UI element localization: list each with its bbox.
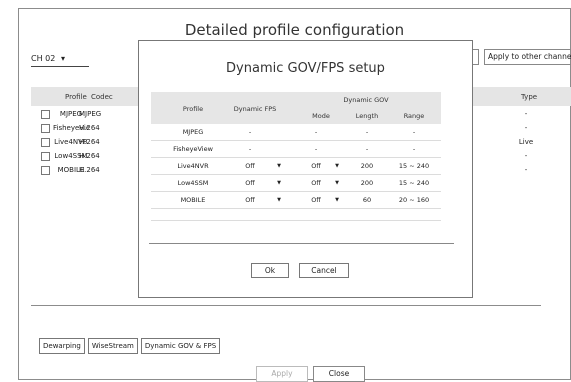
row-codec: H.264 xyxy=(79,166,100,174)
gov-table-header: Profile Dynamic FPS Dynamic GOV Mode Len… xyxy=(151,92,441,124)
row-checkbox[interactable] xyxy=(41,152,50,161)
table-row: Live4NVR Off ▼ Off ▼ 200 15 ~ 240 xyxy=(151,158,441,175)
column-codec: Codec xyxy=(91,93,113,101)
row-fps: - xyxy=(248,145,252,153)
header-dynamic-fps: Dynamic FPS xyxy=(233,105,277,113)
length-input[interactable]: 200 xyxy=(345,179,389,187)
row-checkbox[interactable] xyxy=(41,110,50,119)
row-checkbox[interactable] xyxy=(41,124,50,133)
row-codec: H.264 xyxy=(79,138,100,146)
tab-dewarping[interactable]: Dewarping xyxy=(39,338,85,354)
row-type: - xyxy=(524,110,528,118)
chevron-down-icon[interactable]: ▼ xyxy=(275,180,283,186)
row-checkbox[interactable] xyxy=(41,166,50,175)
column-type: Type xyxy=(521,93,538,101)
row-profile: MJPEG xyxy=(182,128,204,136)
fps-select[interactable]: Off xyxy=(235,162,265,170)
chevron-down-icon[interactable]: ▼ xyxy=(275,197,283,203)
chevron-down-icon[interactable]: ▼ xyxy=(333,163,341,169)
row-range: - xyxy=(412,128,416,136)
tab-wisestream[interactable]: WiseStream xyxy=(87,338,138,354)
header-length: Length xyxy=(355,112,379,120)
row-profile: MOBILE xyxy=(180,196,206,204)
table-row: FisheyeView - - - - xyxy=(151,141,441,158)
row-mode: - xyxy=(314,145,318,153)
mode-select[interactable]: Off xyxy=(301,179,331,187)
row-range: - xyxy=(412,145,416,153)
chevron-down-icon[interactable]: ▼ xyxy=(333,197,341,203)
header-range: Range xyxy=(403,112,425,120)
header-dynamic-gov: Dynamic GOV xyxy=(343,96,389,104)
table-row-empty xyxy=(151,209,441,221)
header-mode: Mode xyxy=(312,112,330,120)
mode-select[interactable]: Off xyxy=(301,162,331,170)
row-fps: - xyxy=(248,128,252,136)
row-type: - xyxy=(524,124,528,132)
apply-other-channels-button[interactable]: Apply to other channels xyxy=(484,49,571,65)
dialog-divider xyxy=(149,243,454,244)
row-type: Live xyxy=(518,138,534,146)
row-type: - xyxy=(524,166,528,174)
length-input[interactable]: 60 xyxy=(345,196,389,204)
section-divider xyxy=(31,305,541,306)
fps-select[interactable]: Off xyxy=(235,179,265,187)
row-profile: FisheyeView xyxy=(173,145,213,153)
dialog-title: Dynamic GOV/FPS setup xyxy=(226,61,385,76)
dropdown-caret-icon: ▾ xyxy=(61,54,66,63)
row-codec: H.264 xyxy=(79,152,100,160)
fps-select[interactable]: Off xyxy=(235,196,265,204)
dynamic-gov-fps-dialog: Dynamic GOV/FPS setup Profile Dynamic FP… xyxy=(138,40,473,298)
table-row: MJPEG - - - - xyxy=(151,124,441,141)
window-title: Detailed profile configuration xyxy=(184,21,405,39)
apply-button[interactable]: Apply xyxy=(256,366,308,382)
table-row: Low4SSM Off ▼ Off ▼ 200 15 ~ 240 xyxy=(151,175,441,192)
chevron-down-icon[interactable]: ▼ xyxy=(275,163,283,169)
row-length: - xyxy=(365,128,369,136)
ok-button[interactable]: Ok xyxy=(251,263,289,278)
mode-select[interactable]: Off xyxy=(301,196,331,204)
row-mode: - xyxy=(314,128,318,136)
row-length: - xyxy=(365,145,369,153)
cancel-button[interactable]: Cancel xyxy=(299,263,349,278)
tab-dynamic-gov-fps[interactable]: Dynamic GOV & FPS xyxy=(140,338,221,354)
channel-value: CH 02 xyxy=(31,54,56,63)
table-row: MOBILE Off ▼ Off ▼ 60 20 ~ 160 xyxy=(151,192,441,209)
row-codec: H.264 xyxy=(79,124,100,132)
close-button[interactable]: Close xyxy=(313,366,365,382)
chevron-down-icon[interactable]: ▼ xyxy=(333,180,341,186)
row-range: 15 ~ 240 xyxy=(398,162,430,170)
header-profile: Profile xyxy=(182,105,204,113)
feature-tabs: Dewarping WiseStream Dynamic GOV & FPS xyxy=(39,338,221,354)
row-codec: MJPEG xyxy=(79,110,102,118)
column-profile: Profile xyxy=(65,93,87,101)
row-range: 20 ~ 160 xyxy=(398,196,430,204)
row-checkbox[interactable] xyxy=(41,138,50,147)
channel-select[interactable]: CH 02 ▾ xyxy=(31,53,89,67)
row-range: 15 ~ 240 xyxy=(398,179,430,187)
row-profile: Low4SSM xyxy=(177,179,209,187)
row-profile: Live4NVR xyxy=(177,162,209,170)
row-type: - xyxy=(524,152,528,160)
length-input[interactable]: 200 xyxy=(345,162,389,170)
